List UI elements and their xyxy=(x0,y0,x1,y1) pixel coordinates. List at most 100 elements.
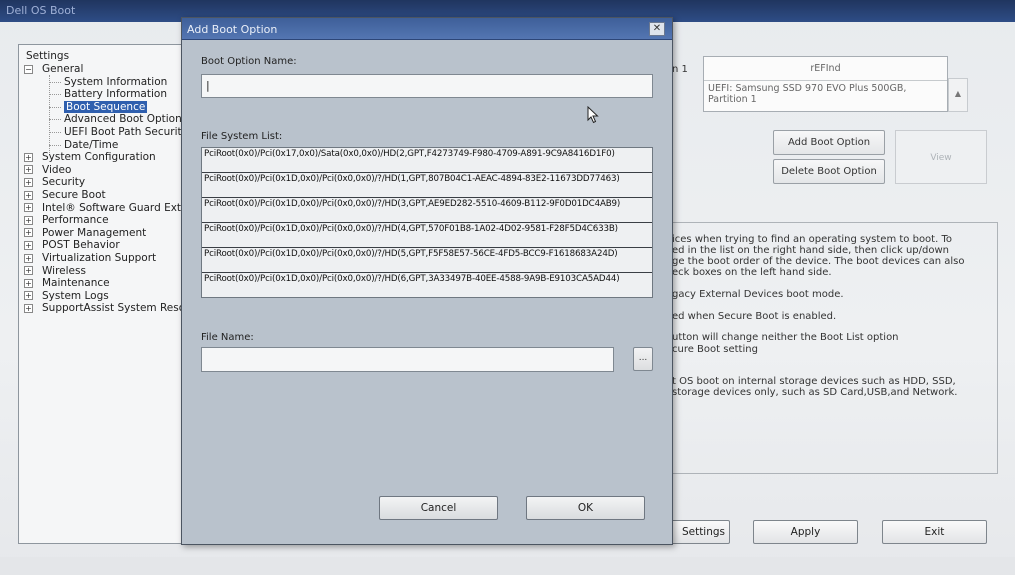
file-name-input[interactable] xyxy=(201,347,614,372)
help-line: t OS boot on internal storage devices su… xyxy=(672,376,956,387)
tree-item[interactable]: Boot Sequence xyxy=(64,100,148,114)
file-system-list-label: File System List: xyxy=(201,131,283,142)
help-line: cure Boot setting xyxy=(672,344,758,355)
file-system-list[interactable]: PciRoot(0x0)/Pci(0x17,0x0)/Sata(0x0,0x0)… xyxy=(201,147,653,298)
tree-item-label: UEFI Boot Path Security xyxy=(64,126,188,138)
tree-item-label: POST Behavior xyxy=(42,239,120,252)
tree-item-label: System Logs xyxy=(42,289,109,302)
boot-list-label: n 1 xyxy=(672,64,688,75)
tree-item-label: System Information xyxy=(64,75,168,88)
tree-item-label: Security xyxy=(42,176,86,189)
tree-item[interactable]: + System Configuration xyxy=(24,151,156,164)
tree-item[interactable]: − General xyxy=(24,63,83,76)
expand-icon[interactable]: + xyxy=(24,190,33,200)
collapse-icon[interactable]: − xyxy=(24,64,33,74)
file-system-item[interactable]: PciRoot(0x0)/Pci(0x17,0x0)/Sata(0x0,0x0)… xyxy=(202,148,652,173)
tree-connector xyxy=(49,75,50,153)
tree-item[interactable]: + Virtualization Support xyxy=(24,252,156,265)
tree-item-label: Power Management xyxy=(42,226,147,239)
tree-item[interactable]: + Performance xyxy=(24,214,109,227)
tree-item-label: General xyxy=(42,63,84,75)
expand-icon[interactable]: + xyxy=(24,266,33,276)
help-line: storage devices only, such as SD Card,US… xyxy=(672,387,958,398)
close-icon[interactable]: ✕ xyxy=(649,22,665,36)
help-line: ge the boot order of the device. The boo… xyxy=(672,256,965,267)
tree-item-label: Advanced Boot Options xyxy=(64,113,188,126)
screen-bezel xyxy=(0,557,1015,575)
help-line: ices when trying to find an operating sy… xyxy=(672,234,952,245)
help-line: ed when Secure Boot is enabled. xyxy=(672,311,837,322)
expand-icon[interactable]: + xyxy=(24,253,33,263)
boot-option-name-input[interactable]: | xyxy=(201,74,653,98)
dialog-title: Add Boot Option xyxy=(187,23,278,36)
tree-item-label: Secure Boot xyxy=(42,189,106,201)
tree-item[interactable]: UEFI Boot Path Security xyxy=(64,126,188,139)
tree-item[interactable]: + Secure Boot xyxy=(24,189,106,202)
bios-screen: Dell OS Boot Settings − General System Inf… xyxy=(0,0,1015,575)
tree-connector xyxy=(49,81,61,83)
expand-icon[interactable]: + xyxy=(24,177,33,187)
tree-item[interactable]: System Information xyxy=(64,76,167,89)
boot-entry-desc: UEFI: Samsung SSD 970 EVO Plus 500GB, Pa… xyxy=(708,83,907,105)
dialog-titlebar: Add Boot Option ✕ xyxy=(182,18,672,40)
tree-item[interactable]: Advanced Boot Options xyxy=(64,113,187,126)
boot-entry-name[interactable]: rEFInd xyxy=(704,57,947,81)
add-boot-option-dialog: Add Boot Option ✕ Boot Option Name: | Fi… xyxy=(181,17,673,545)
tree-item-label: Maintenance xyxy=(42,277,110,290)
help-line: utton will change neither the Boot List … xyxy=(672,332,899,343)
tree-item[interactable]: Date/Time xyxy=(64,139,118,152)
file-system-item[interactable]: PciRoot(0x0)/Pci(0x1D,0x0)/Pci(0x0,0x0)/… xyxy=(202,248,652,273)
file-system-item[interactable]: PciRoot(0x0)/Pci(0x1D,0x0)/Pci(0x0,0x0)/… xyxy=(202,198,652,223)
tree-item[interactable]: + System Logs xyxy=(24,290,109,303)
expand-icon[interactable]: + xyxy=(24,278,33,288)
cancel-button[interactable]: Cancel xyxy=(379,496,498,520)
tree-item[interactable]: + Video xyxy=(24,164,71,177)
help-line: eck boxes on the left hand side. xyxy=(672,267,832,278)
tree-connector xyxy=(49,144,61,146)
delete-boot-option-button[interactable]: Delete Boot Option xyxy=(773,159,885,184)
expand-icon[interactable]: + xyxy=(24,152,33,162)
tree-item[interactable]: + POST Behavior xyxy=(24,239,120,252)
boot-list-scroll-arrow-icon[interactable]: ▲ xyxy=(948,78,968,112)
expand-icon[interactable]: + xyxy=(24,228,33,238)
boot-option-name-label: Boot Option Name: xyxy=(201,56,297,67)
file-system-item[interactable]: PciRoot(0x0)/Pci(0x1D,0x0)/Pci(0x0,0x0)/… xyxy=(202,173,652,198)
help-line: ed in the list on the right hand side, t… xyxy=(672,245,949,256)
tree-item[interactable]: + Security xyxy=(24,176,85,189)
settings-tree: Settings − General System Information Batte… xyxy=(18,44,221,544)
tree-connector xyxy=(49,119,61,121)
file-system-item[interactable]: PciRoot(0x0)/Pci(0x1D,0x0)/Pci(0x0,0x0)/… xyxy=(202,223,652,248)
boot-sequence-list[interactable]: rEFInd UEFI: Samsung SSD 970 EVO Plus 50… xyxy=(703,56,948,112)
tree-item[interactable]: + Wireless xyxy=(24,265,86,278)
tree-connector xyxy=(49,132,61,133)
tree-item-label: Performance xyxy=(42,214,109,227)
add-boot-option-button[interactable]: Add Boot Option xyxy=(773,130,885,155)
tree-item-label: System Configuration xyxy=(42,151,156,164)
expand-icon[interactable]: + xyxy=(24,240,33,250)
tree-item[interactable]: Battery Information xyxy=(64,88,167,101)
tree-item-label: Boot Sequence xyxy=(64,100,148,113)
tree-root: Settings xyxy=(26,50,70,62)
browse-button[interactable]: ... xyxy=(633,347,653,371)
tree-item-label: Date/Time xyxy=(64,138,119,151)
file-name-label: File Name: xyxy=(201,332,254,343)
help-line: gacy External Devices boot mode. xyxy=(672,289,844,300)
view-button[interactable]: View xyxy=(895,130,987,184)
expand-icon[interactable]: + xyxy=(24,291,33,301)
tree-item[interactable]: + Power Management xyxy=(24,227,146,240)
tree-item-label: Virtualization Support xyxy=(42,252,157,264)
window-title: Dell OS Boot xyxy=(6,4,76,17)
tree-connector xyxy=(49,106,61,108)
tree-item-label: Battery Information xyxy=(64,88,167,101)
ok-button[interactable]: OK xyxy=(526,496,645,520)
expand-icon[interactable]: + xyxy=(24,215,33,225)
tree-item[interactable]: + Maintenance xyxy=(24,277,110,290)
expand-icon[interactable]: + xyxy=(24,203,33,213)
tree-item-label: Wireless xyxy=(42,264,86,277)
expand-icon[interactable]: + xyxy=(24,303,33,313)
exit-button[interactable]: Exit xyxy=(882,520,987,544)
apply-button[interactable]: Apply xyxy=(753,520,858,544)
tree-item-label: Video xyxy=(42,163,72,176)
file-system-item[interactable]: PciRoot(0x0)/Pci(0x1D,0x0)/Pci(0x0,0x0)/… xyxy=(202,273,652,297)
expand-icon[interactable]: + xyxy=(24,165,33,175)
